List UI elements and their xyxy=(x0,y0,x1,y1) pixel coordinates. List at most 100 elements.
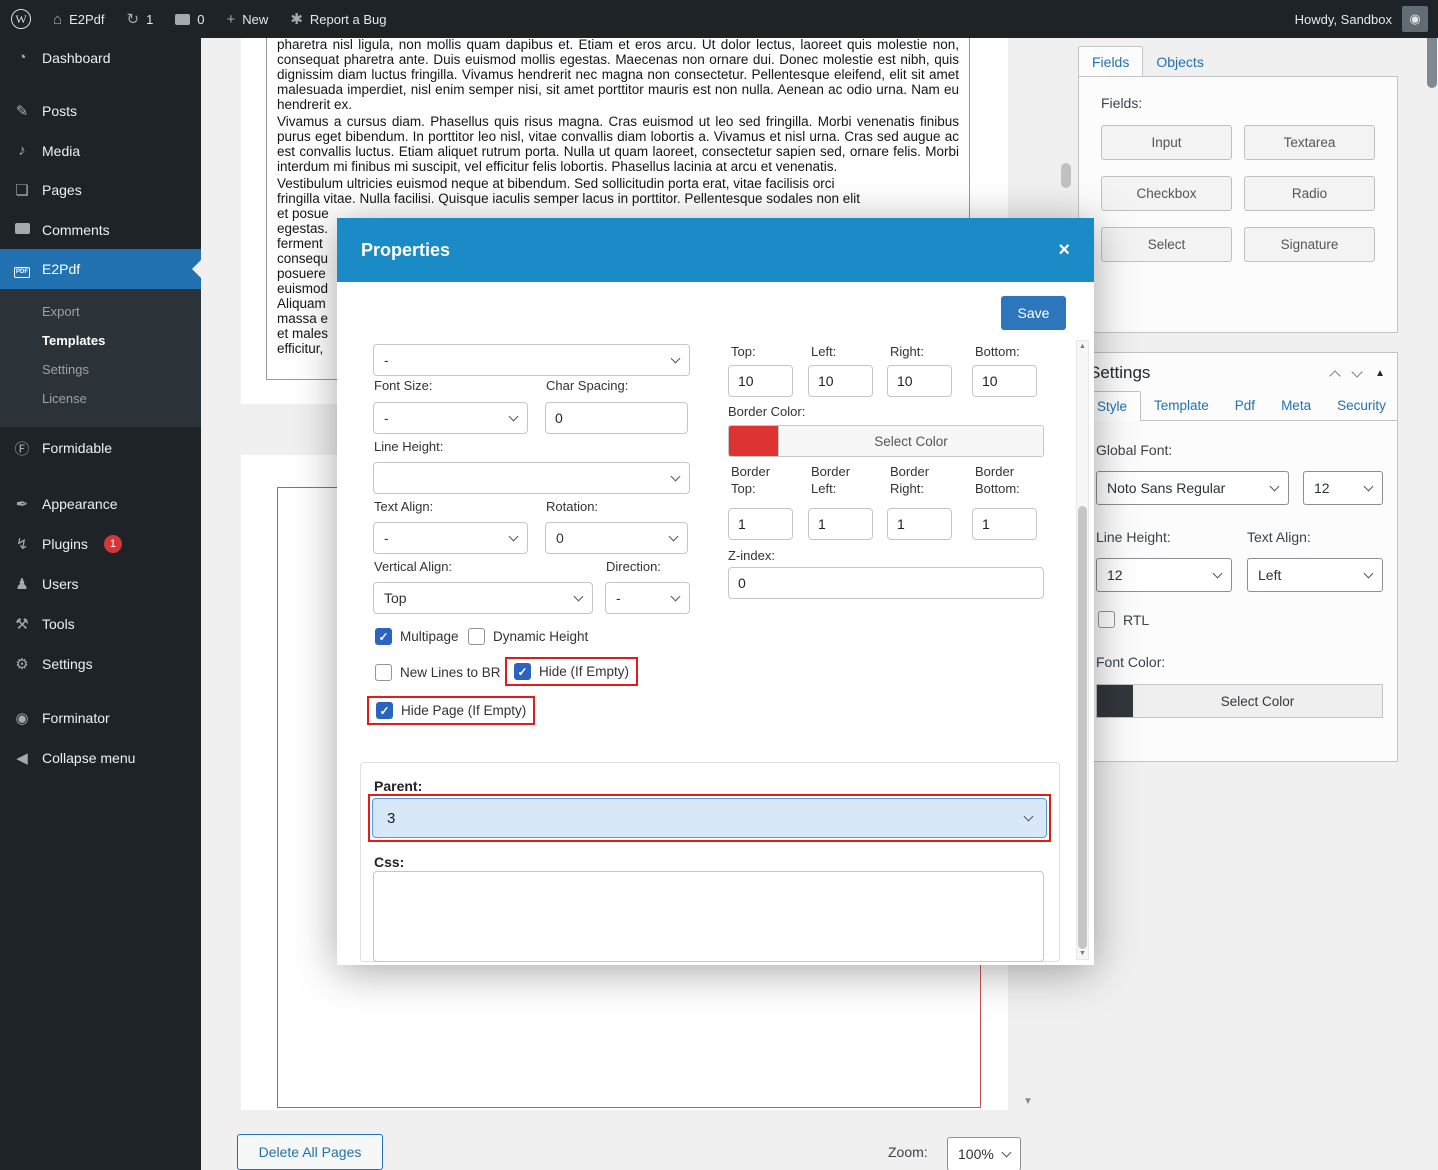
chevron-down-icon xyxy=(1364,568,1374,578)
line-height-select[interactable]: 12 xyxy=(1096,558,1232,592)
sidebar-item-media[interactable]: ♪ Media xyxy=(0,131,201,170)
settings-panel: Settings ▲ Style Template Pdf Meta Secur… xyxy=(1078,352,1398,762)
active-menu-arrow xyxy=(192,260,201,278)
field-button-checkbox[interactable]: Checkbox xyxy=(1101,176,1232,211)
hide-page-if-empty-checkbox[interactable] xyxy=(376,702,393,719)
padding-left-label: Left: xyxy=(811,344,836,359)
sidebar-item-appearance[interactable]: ✒ Appearance xyxy=(0,484,201,524)
updates-link[interactable]: ↻ 1 xyxy=(115,0,164,38)
font-color-picker[interactable]: Select Color xyxy=(1096,684,1383,718)
parent-label: Parent: xyxy=(374,778,422,794)
z-index-label: Z-index: xyxy=(728,548,775,563)
submenu-item-export[interactable]: Export xyxy=(0,297,201,326)
padding-top-input[interactable] xyxy=(728,365,793,397)
tab-security[interactable]: Security xyxy=(1324,391,1399,420)
modal-scrollbar-thumb[interactable] xyxy=(1078,506,1087,949)
field-button-textarea[interactable]: Textarea xyxy=(1244,125,1375,160)
site-name-link[interactable]: ⌂ E2Pdf xyxy=(42,0,115,38)
line-height-select[interactable] xyxy=(373,462,690,494)
rotation-select[interactable]: 0 xyxy=(545,522,688,554)
padding-left-input[interactable] xyxy=(808,365,873,397)
sidebar-item-users[interactable]: ♟ Users xyxy=(0,564,201,604)
font-family-select[interactable]: - xyxy=(373,344,690,376)
font-size-select[interactable]: - xyxy=(373,402,528,434)
rtl-checkbox[interactable] xyxy=(1098,611,1115,628)
howdy-text[interactable]: Howdy, Sandbox xyxy=(1295,12,1392,27)
new-lines-to-br-checkbox[interactable] xyxy=(375,664,392,681)
sidebar-item-dashboard[interactable]: ◔ Dashboard xyxy=(0,38,201,77)
field-button-input[interactable]: Input xyxy=(1101,125,1232,160)
select-color-label: Select Color xyxy=(1133,685,1382,717)
border-bottom-input[interactable] xyxy=(972,508,1037,540)
text-align-select[interactable]: Left xyxy=(1247,558,1383,592)
sidebar-item-pages[interactable]: ❏ Pages xyxy=(0,170,201,210)
global-font-size-select[interactable]: 12 xyxy=(1303,471,1383,505)
settings-panel-title: Settings xyxy=(1089,363,1150,383)
scroll-down-icon[interactable]: ▼ xyxy=(1077,950,1088,957)
avatar[interactable]: ◉ xyxy=(1402,6,1428,32)
properties-modal: Properties × Save - Font Size: - Char Sp… xyxy=(337,218,1094,965)
updates-count: 1 xyxy=(146,12,153,27)
scroll-down-icon[interactable]: ▼ xyxy=(1023,1096,1033,1107)
move-down-icon[interactable] xyxy=(1351,366,1362,377)
tab-meta[interactable]: Meta xyxy=(1268,391,1324,420)
border-left-input[interactable] xyxy=(808,508,873,540)
hide-if-empty-checkbox[interactable] xyxy=(514,663,531,680)
sidebar-item-posts[interactable]: ✎ Posts xyxy=(0,91,201,131)
modal-scrollbar[interactable]: ▲ ▼ xyxy=(1076,340,1089,960)
border-color-label: Border Color: xyxy=(728,404,805,419)
report-bug-link[interactable]: ✱ Report a Bug xyxy=(279,0,397,38)
global-font-select[interactable]: Noto Sans Regular xyxy=(1096,471,1289,505)
sidebar-item-plugins[interactable]: ↯ Plugins 1 xyxy=(0,524,201,564)
text-align-value: Left xyxy=(1258,567,1281,583)
new-content-link[interactable]: + New xyxy=(216,0,280,38)
wordpress-menu[interactable]: W xyxy=(0,0,42,38)
submenu-item-license[interactable]: License xyxy=(0,384,201,413)
close-icon[interactable]: × xyxy=(1058,239,1070,262)
field-button-radio[interactable]: Radio xyxy=(1244,176,1375,211)
sidebar-item-tools[interactable]: ⚒ Tools xyxy=(0,604,201,644)
padding-right-input[interactable] xyxy=(887,365,952,397)
char-spacing-input[interactable] xyxy=(545,402,688,434)
zoom-select[interactable]: 100% xyxy=(947,1137,1021,1170)
border-top-label: Top: xyxy=(731,481,756,496)
tab-pdf[interactable]: Pdf xyxy=(1222,391,1268,420)
font-size-label: Font Size: xyxy=(374,378,433,393)
multipage-checkbox[interactable] xyxy=(375,628,392,645)
save-button[interactable]: Save xyxy=(1001,296,1066,330)
parent-select[interactable]: 3 xyxy=(372,798,1047,838)
dynamic-height-checkbox[interactable] xyxy=(468,628,485,645)
css-textarea[interactable] xyxy=(373,871,1044,962)
z-index-input[interactable] xyxy=(728,567,1044,599)
sidebar-item-formidable[interactable]: Ⓕ Formidable xyxy=(0,427,201,470)
border-right-input[interactable] xyxy=(887,508,952,540)
direction-select[interactable]: - xyxy=(605,582,690,614)
window-scrollbar-thumb[interactable] xyxy=(1427,33,1437,88)
vertical-align-select[interactable]: Top xyxy=(373,582,593,614)
tab-template[interactable]: Template xyxy=(1141,391,1222,420)
text-align-select[interactable]: - xyxy=(373,522,528,554)
comments-icon xyxy=(12,221,32,238)
editor-scrollbar-thumb[interactable] xyxy=(1061,163,1071,188)
sidebar-item-settings[interactable]: ⚙ Settings xyxy=(0,644,201,684)
field-button-signature[interactable]: Signature xyxy=(1244,227,1375,262)
border-color-picker[interactable]: Select Color xyxy=(728,425,1044,457)
sidebar-item-collapse-menu[interactable]: ◀ Collapse menu xyxy=(0,738,201,778)
sidebar-item-label: E2Pdf xyxy=(42,261,80,277)
submenu-item-settings[interactable]: Settings xyxy=(0,355,201,384)
sidebar-item-comments[interactable]: Comments xyxy=(0,210,201,249)
scroll-up-icon[interactable]: ▲ xyxy=(1077,343,1088,350)
move-up-icon[interactable] xyxy=(1329,370,1340,381)
field-button-select[interactable]: Select xyxy=(1101,227,1232,262)
tab-objects[interactable]: Objects xyxy=(1143,47,1216,77)
app-root: W ⌂ E2Pdf ↻ 1 0 + New ✱ Report a Bug How… xyxy=(0,0,1438,1170)
sidebar-item-e2pdf[interactable]: PDF E2Pdf xyxy=(0,249,201,289)
comments-link[interactable]: 0 xyxy=(164,0,215,38)
submenu-item-templates[interactable]: Templates xyxy=(0,326,201,355)
padding-bottom-input[interactable] xyxy=(972,365,1037,397)
sidebar-item-forminator[interactable]: ◉ Forminator xyxy=(0,698,201,738)
tab-fields[interactable]: Fields xyxy=(1078,46,1143,77)
delete-all-pages-button[interactable]: Delete All Pages xyxy=(237,1134,383,1170)
collapse-panel-icon[interactable]: ▲ xyxy=(1375,368,1385,379)
border-top-input[interactable] xyxy=(728,508,793,540)
